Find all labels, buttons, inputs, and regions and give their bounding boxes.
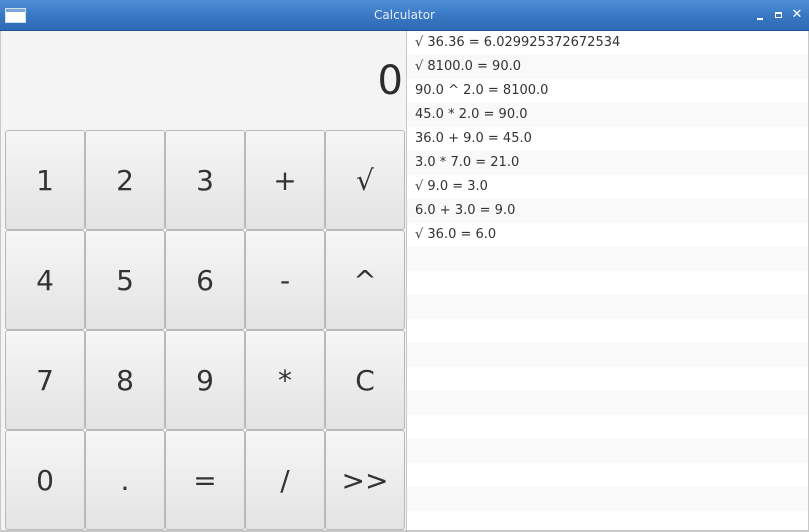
clear-button[interactable]: C	[325, 330, 405, 430]
history-empty-row[interactable]	[407, 439, 808, 463]
history-empty-row[interactable]	[407, 463, 808, 487]
history-empty-row[interactable]	[407, 271, 808, 295]
display-value: 0	[377, 58, 403, 104]
history-item[interactable]: √ 36.36 = 6.029925372672534	[407, 31, 808, 55]
maximize-icon	[775, 12, 782, 18]
history-item[interactable]: 45.0 * 2.0 = 90.0	[407, 103, 808, 127]
close-icon: ✕	[791, 7, 803, 22]
power-button[interactable]: ^	[325, 230, 405, 330]
history-item[interactable]: √ 36.0 = 6.0	[407, 223, 808, 247]
minimize-button[interactable]	[754, 7, 768, 23]
digit-4-button[interactable]: 4	[5, 230, 85, 330]
history-empty-row[interactable]	[407, 247, 808, 271]
history-empty-row[interactable]	[407, 343, 808, 367]
digit-5-button[interactable]: 5	[85, 230, 165, 330]
digit-0-button[interactable]: 0	[5, 430, 85, 530]
digit-8-button[interactable]: 8	[85, 330, 165, 430]
digit-1-button[interactable]: 1	[5, 130, 85, 230]
digit-6-button[interactable]: 6	[165, 230, 245, 330]
digit-9-button[interactable]: 9	[165, 330, 245, 430]
divide-button[interactable]: /	[245, 430, 325, 530]
minus-button[interactable]: -	[245, 230, 325, 330]
close-button[interactable]: ✕	[790, 7, 804, 23]
result-display: 0	[1, 31, 406, 130]
history-item[interactable]: 36.0 + 9.0 = 45.0	[407, 127, 808, 151]
history-empty-row[interactable]	[407, 415, 808, 439]
history-item[interactable]: 6.0 + 3.0 = 9.0	[407, 199, 808, 223]
history-item[interactable]: √ 9.0 = 3.0	[407, 175, 808, 199]
digit-7-button[interactable]: 7	[5, 330, 85, 430]
history-empty-row[interactable]	[407, 295, 808, 319]
history-empty-row[interactable]	[407, 391, 808, 415]
maximize-button[interactable]	[772, 7, 786, 23]
digit-2-button[interactable]: 2	[85, 130, 165, 230]
history-item[interactable]: √ 8100.0 = 90.0	[407, 55, 808, 79]
history-empty-row[interactable]	[407, 367, 808, 391]
digit-3-button[interactable]: 3	[165, 130, 245, 230]
history-list[interactable]: √ 36.36 = 6.029925372672534 √ 8100.0 = 90…	[406, 31, 809, 530]
square-root-button[interactable]: √	[325, 130, 405, 230]
window-title: Calculator	[374, 8, 435, 22]
history-empty-row[interactable]	[407, 511, 808, 530]
history-item[interactable]: 90.0 ^ 2.0 = 8100.0	[407, 79, 808, 103]
equals-button[interactable]: =	[165, 430, 245, 530]
plus-button[interactable]: +	[245, 130, 325, 230]
multiply-button[interactable]: *	[245, 330, 325, 430]
history-empty-row[interactable]	[407, 319, 808, 343]
history-item[interactable]: 3.0 * 7.0 = 21.0	[407, 151, 808, 175]
decimal-point-button[interactable]: .	[85, 430, 165, 530]
history-empty-row[interactable]	[407, 487, 808, 511]
backspace-button[interactable]: >>	[325, 430, 405, 530]
title-bar[interactable]: Calculator ✕	[0, 0, 809, 31]
minimize-icon	[757, 18, 763, 20]
